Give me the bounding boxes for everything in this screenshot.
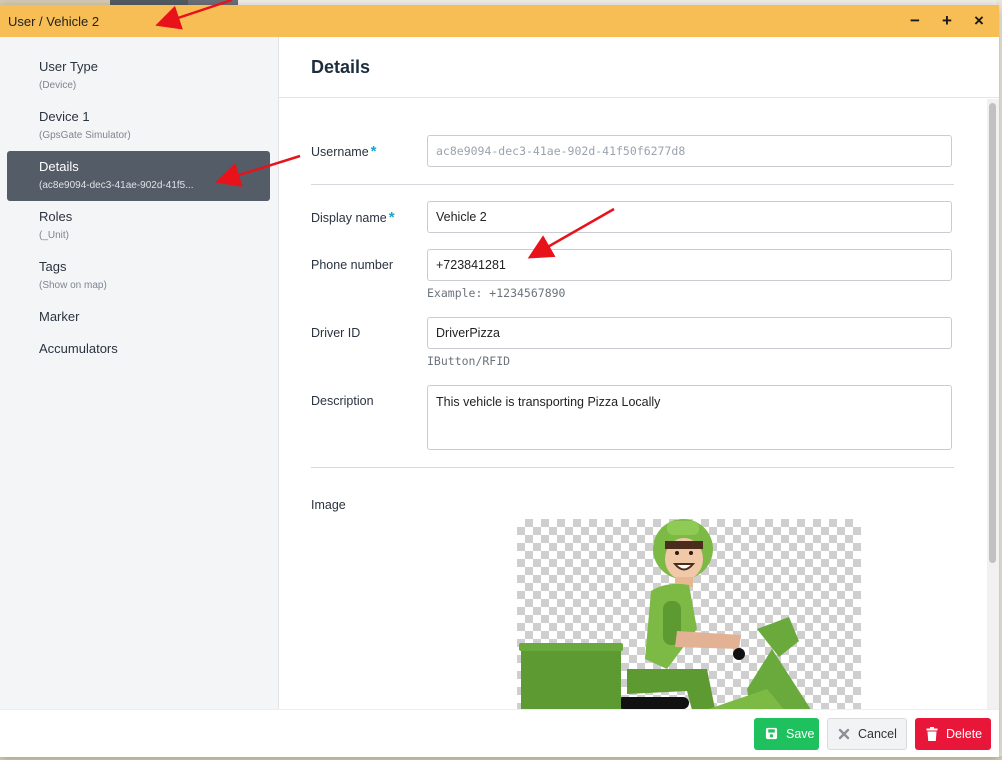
delete-button[interactable]: Delete (915, 717, 991, 750)
save-icon (765, 727, 778, 740)
sidebar-item-sublabel: (Device) (39, 80, 77, 91)
phone-hint: Example: +1234567890 (427, 286, 566, 300)
driver-id-field[interactable]: DriverPizza (427, 317, 952, 349)
section-divider (311, 467, 954, 468)
sidebar-item-label: Roles (39, 209, 73, 224)
sidebar-item-label: Accumulators (39, 341, 118, 356)
sidebar-item-sublabel: (ac8e9094-dec3-41ae-902d-41f5... (39, 180, 194, 191)
sidebar-item-tags[interactable]: Tags (Show on map) (7, 251, 270, 301)
required-marker: * (388, 209, 395, 226)
cancel-button[interactable]: Cancel (827, 717, 907, 750)
sidebar-item-device[interactable]: Device 1 (GpsGate Simulator) (7, 101, 270, 151)
delivery-rider-illustration (519, 519, 811, 709)
username-label: Username * (311, 143, 377, 160)
cancel-label: Cancel (858, 726, 897, 741)
sidebar-nav: User Type (Device) Device 1 (GpsGate Sim… (0, 37, 279, 709)
section-divider (311, 184, 954, 185)
sidebar-item-label: Marker (39, 309, 80, 324)
sidebar-item-label: Device 1 (39, 109, 90, 124)
sidebar-item-sublabel: (GpsGate Simulator) (39, 130, 131, 141)
required-marker: * (370, 143, 377, 160)
window-controls: − + × (903, 9, 991, 33)
close-icon (838, 728, 850, 739)
details-panel: Details Username * ac8e9094-dec3-41ae-902… (279, 37, 999, 709)
sidebar-item-label: Details (39, 159, 79, 174)
trash-icon (926, 726, 938, 741)
save-button[interactable]: Save (754, 717, 819, 750)
phone-field[interactable]: +723841281 (427, 249, 952, 281)
driver-id-hint: IButton/RFID (427, 354, 511, 368)
vehicle-image[interactable] (517, 519, 861, 709)
phone-label: Phone number (311, 258, 394, 272)
page-title: Details (311, 56, 371, 77)
sidebar-item-sublabel: (_Unit) (39, 230, 70, 241)
sidebar-item-sublabel: (Show on map) (39, 280, 107, 291)
dialog-title: User / Vehicle 2 (8, 13, 100, 29)
display-name-field[interactable]: Vehicle 2 (427, 201, 952, 233)
sidebar-item-label: User Type (39, 59, 99, 74)
delete-label: Delete (946, 726, 983, 741)
sidebar-item-accumulators[interactable]: Accumulators (7, 333, 270, 365)
description-field[interactable]: This vehicle is transporting Pizza Local… (427, 385, 952, 450)
username-label-text: Username (311, 145, 369, 159)
panel-header: Details (279, 37, 999, 98)
sidebar-item-roles[interactable]: Roles (_Unit) (7, 201, 270, 251)
description-label: Description (311, 394, 374, 408)
sidebar-item-marker[interactable]: Marker (7, 301, 270, 333)
close-button[interactable]: × (967, 9, 991, 33)
save-label: Save (786, 726, 815, 741)
sidebar-item-details[interactable]: Details (ac8e9094-dec3-41ae-902d-41f5... (7, 151, 270, 201)
dialog-titlebar[interactable]: User / Vehicle 2 − + × (0, 5, 999, 37)
sidebar-item-label: Tags (39, 259, 67, 274)
display-name-label: Display name * (311, 209, 395, 226)
user-editor-dialog: User / Vehicle 2 − + × User Type (Device… (0, 5, 999, 757)
sidebar-item-user-type[interactable]: User Type (Device) (7, 51, 270, 101)
maximize-button[interactable]: + (935, 9, 959, 33)
username-field[interactable]: ac8e9094-dec3-41ae-902d-41f50f6277d8 (427, 135, 952, 167)
scrollbar-thumb[interactable] (989, 103, 996, 563)
driver-id-label: Driver ID (311, 326, 361, 340)
minimize-button[interactable]: − (903, 9, 927, 33)
image-label: Image (311, 498, 346, 512)
dialog-footer: Save Cancel Delete (0, 709, 999, 757)
display-name-label-text: Display name (311, 211, 387, 225)
